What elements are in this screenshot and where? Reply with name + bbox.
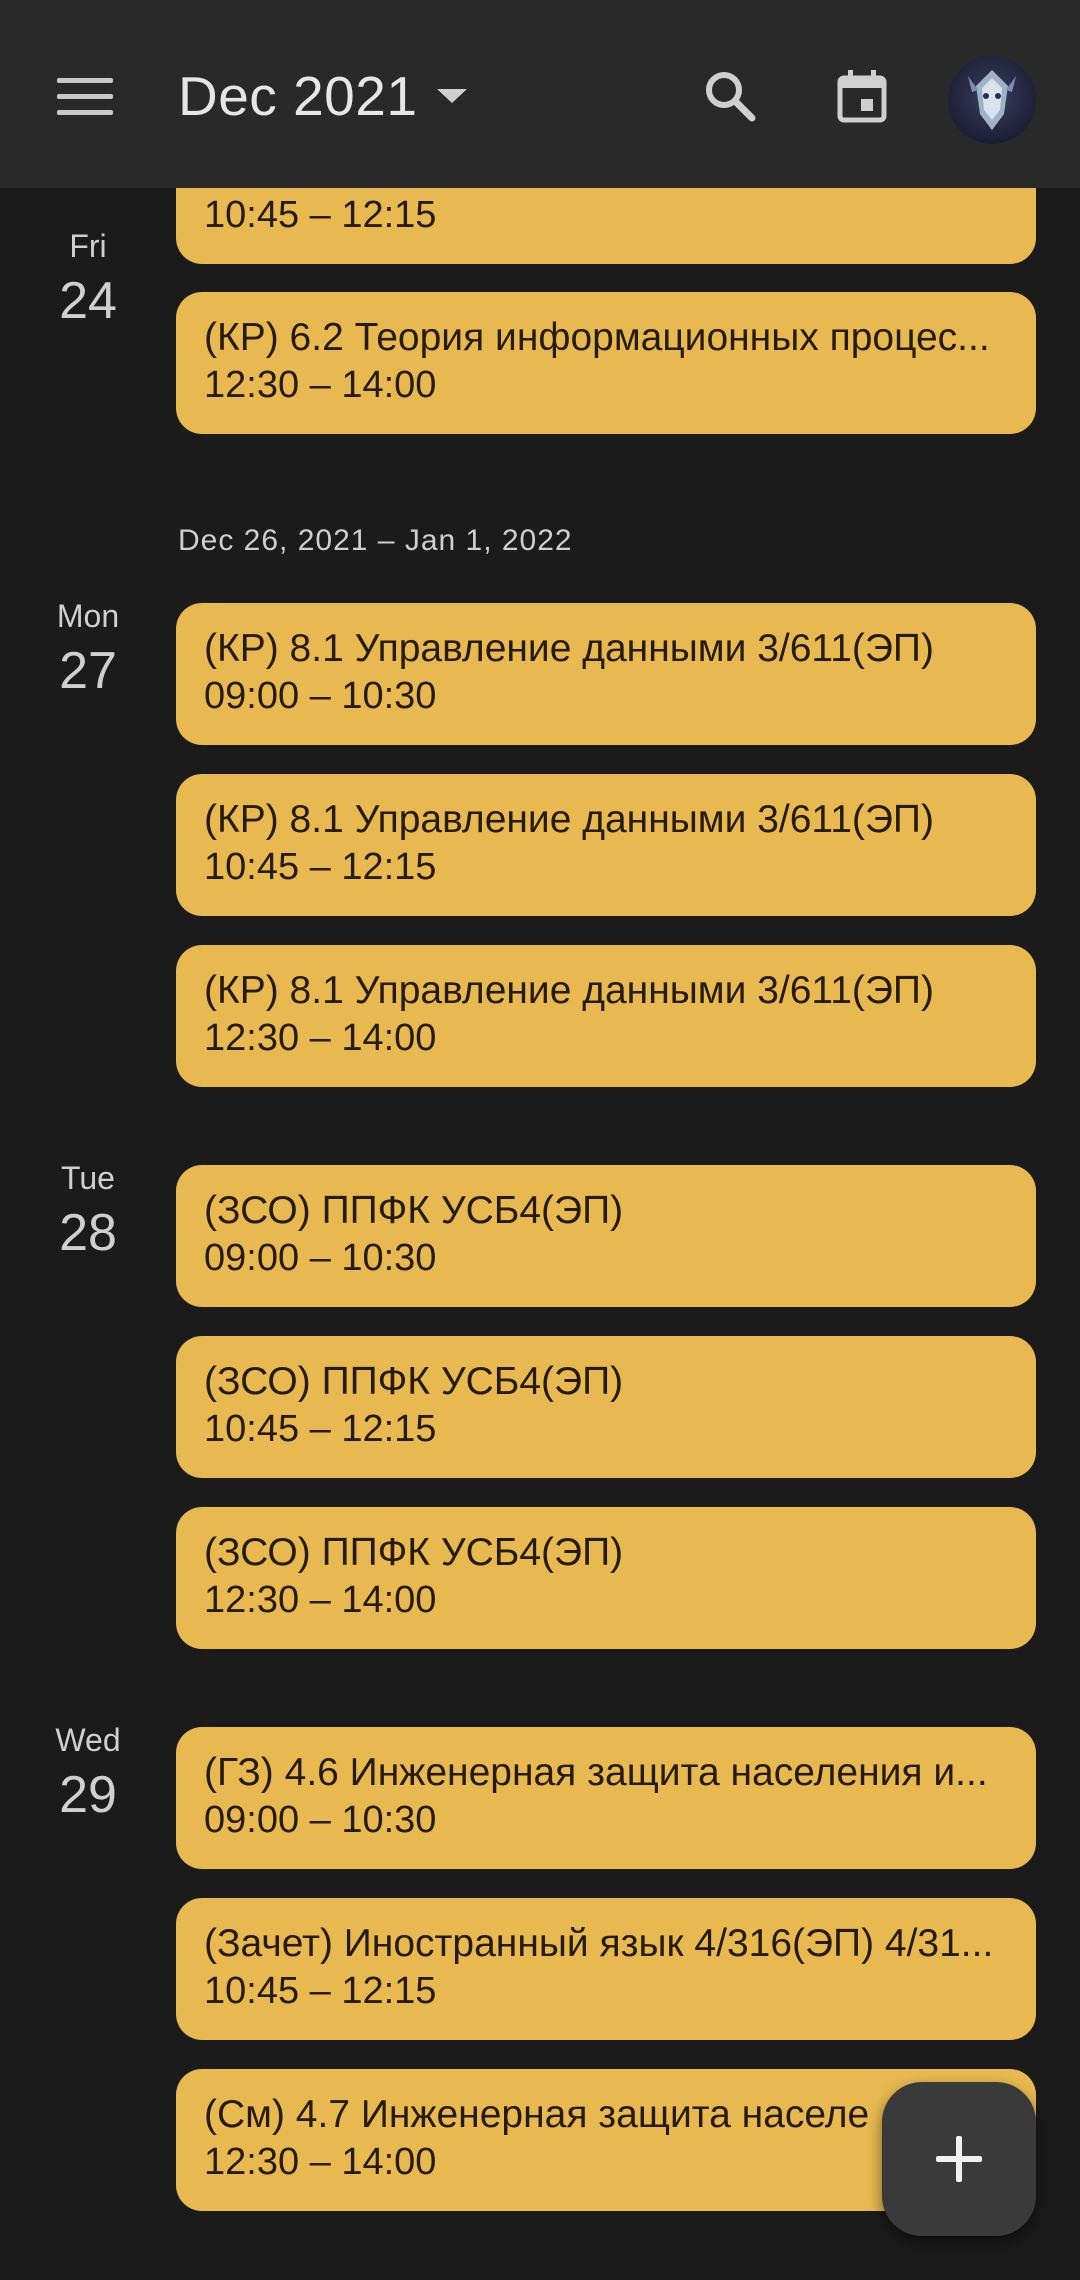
event-time: 09:00 – 10:30 (204, 1237, 437, 1279)
event-title: (КР) 8.1 Управление данными 3/611(ЭП) (204, 627, 934, 670)
month-selector[interactable]: Dec 2021 (178, 64, 468, 128)
day-of-week: Mon (56, 598, 120, 634)
day-of-week: Tue (61, 1160, 115, 1196)
event-time: 12:30 – 14:00 (204, 364, 437, 406)
account-avatar[interactable] (948, 56, 1036, 144)
create-event-button[interactable] (882, 2082, 1036, 2236)
event-title: (ЗСО) ППФК УСБ4(ЭП) (204, 1189, 624, 1232)
event-time: 12:30 – 14:00 (204, 1579, 437, 1621)
event-time: 10:45 – 12:15 (204, 194, 437, 236)
day-number: 28 (59, 1204, 117, 1262)
event-time: 09:00 – 10:30 (204, 675, 437, 717)
event-time: 12:30 – 14:00 (204, 1017, 437, 1059)
event-title: (КР) 8.1 Управление данными 3/611(ЭП) (204, 798, 934, 841)
event-title: (КР) 8.1 Управление данными 3/611(ЭП) (204, 969, 934, 1012)
day-label-tue: Tue 28 (0, 1160, 178, 1263)
day-of-week: Wed (55, 1722, 121, 1758)
search-icon[interactable] (700, 66, 760, 126)
calendar-today-icon[interactable] (832, 66, 892, 126)
day-label-mon: Mon 27 (0, 598, 178, 701)
day-number: 27 (59, 642, 117, 700)
month-title: Dec 2021 (178, 65, 418, 127)
event-time: 09:00 – 10:30 (204, 1799, 437, 1841)
event-card[interactable]: (КР) 8.1 Управление данными 3/611(ЭП) 12… (176, 945, 1036, 1087)
schedule-list[interactable]: Fri 24 10:45 – 12:15 (КР) 6.2 Теория инф… (0, 0, 1080, 2280)
event-card[interactable]: (ЗСО) ППФК УСБ4(ЭП) 12:30 – 14:00 (176, 1507, 1036, 1649)
event-title: (Зачет) Иностранный язык 4/316(ЭП) 4/31.… (204, 1922, 994, 1965)
event-title: (КР) 6.2 Теория информационных процес... (204, 316, 990, 359)
day-label-fri: Fri 24 (0, 228, 178, 331)
event-card[interactable]: (КР) 8.1 Управление данными 3/611(ЭП) 10… (176, 774, 1036, 916)
day-label-wed: Wed 29 (0, 1722, 178, 1825)
event-title: (ЗСО) ППФК УСБ4(ЭП) (204, 1360, 624, 1403)
event-title: (ЗСО) ППФК УСБ4(ЭП) (204, 1531, 624, 1574)
menu-icon[interactable] (57, 78, 113, 124)
week-range-header: Dec 26, 2021 – Jan 1, 2022 (178, 524, 573, 557)
day-number: 29 (59, 1766, 117, 1824)
event-card[interactable]: (КР) 6.2 Теория информационных процес...… (176, 292, 1036, 434)
chevron-down-icon (437, 89, 468, 103)
event-card[interactable]: (ЗСО) ППФК УСБ4(ЭП) 09:00 – 10:30 (176, 1165, 1036, 1307)
day-number: 24 (59, 272, 117, 330)
event-card[interactable]: (ЗСО) ППФК УСБ4(ЭП) 10:45 – 12:15 (176, 1336, 1036, 1478)
event-time: 10:45 – 12:15 (204, 846, 437, 888)
day-of-week: Fri (69, 228, 107, 264)
event-time: 10:45 – 12:15 (204, 1970, 437, 2012)
event-time: 10:45 – 12:15 (204, 1408, 437, 1450)
event-card[interactable]: (КР) 8.1 Управление данными 3/611(ЭП) 09… (176, 603, 1036, 745)
app-bar: Dec 2021 (0, 0, 1080, 188)
event-card[interactable]: (Зачет) Иностранный язык 4/316(ЭП) 4/31.… (176, 1898, 1036, 2040)
event-title: (ГЗ) 4.6 Инженерная защита населения и..… (204, 1751, 988, 1794)
event-card[interactable]: (ГЗ) 4.6 Инженерная защита населения и..… (176, 1727, 1036, 1869)
